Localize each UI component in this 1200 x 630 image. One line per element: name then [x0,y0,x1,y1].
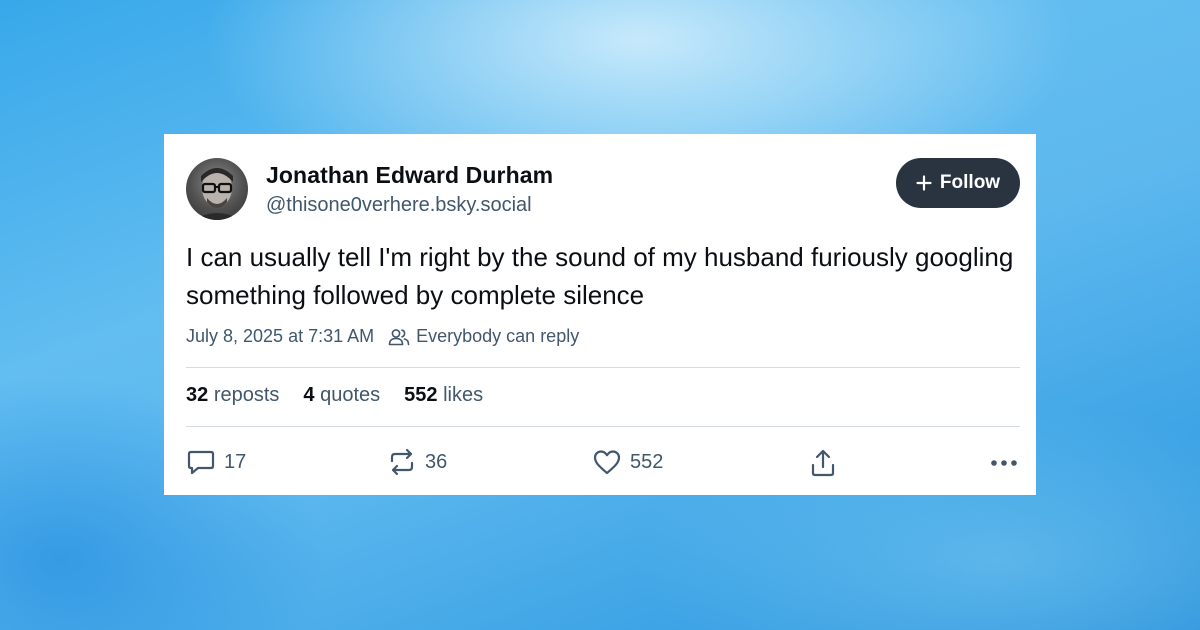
reposts-stat[interactable]: 32 reposts [186,384,279,407]
repost-button[interactable]: 36 [387,448,447,476]
post-text: I can usually tell I'm right by the soun… [186,242,1014,310]
repost-icon [390,448,414,476]
post-meta: July 8, 2025 at 7:31 AM Everybody can re… [186,326,579,347]
follow-button[interactable]: Follow [896,158,1020,208]
author-handle[interactable]: @thisone0verhere.bsky.social [266,194,532,217]
repost-count: 36 [425,450,448,473]
action-bar: 17 36 552 [186,448,1020,478]
author-avatar[interactable] [186,158,248,220]
share-icon [811,449,835,477]
like-count: 552 [630,450,664,473]
speech-bubble-icon [187,450,215,475]
engagement-stats: 32 reposts 4 quotes 552 likes [186,384,483,407]
follow-button-label: Follow [939,172,1001,193]
divider-bottom [186,426,1020,427]
divider-top [186,367,1020,368]
heart-icon [593,450,621,475]
post-timestamp[interactable]: July 8, 2025 at 7:31 AM [186,326,374,347]
author-name[interactable]: Jonathan Edward Durham [266,162,553,189]
avatar-portrait-icon [194,168,240,220]
reply-button[interactable]: 17 [186,448,246,476]
more-options-button[interactable] [988,448,1020,478]
more-dots-icon [991,460,1017,466]
reply-count: 17 [224,450,247,473]
post-card: Jonathan Edward Durham @thisone0verhere.… [164,134,1036,495]
like-button[interactable]: 552 [592,448,663,476]
plus-icon [916,175,932,191]
share-button[interactable] [808,448,838,478]
quotes-stat[interactable]: 4 quotes [303,384,380,407]
reply-setting[interactable]: Everybody can reply [416,326,579,347]
likes-stat[interactable]: 552 likes [404,384,483,407]
people-icon [388,328,410,345]
